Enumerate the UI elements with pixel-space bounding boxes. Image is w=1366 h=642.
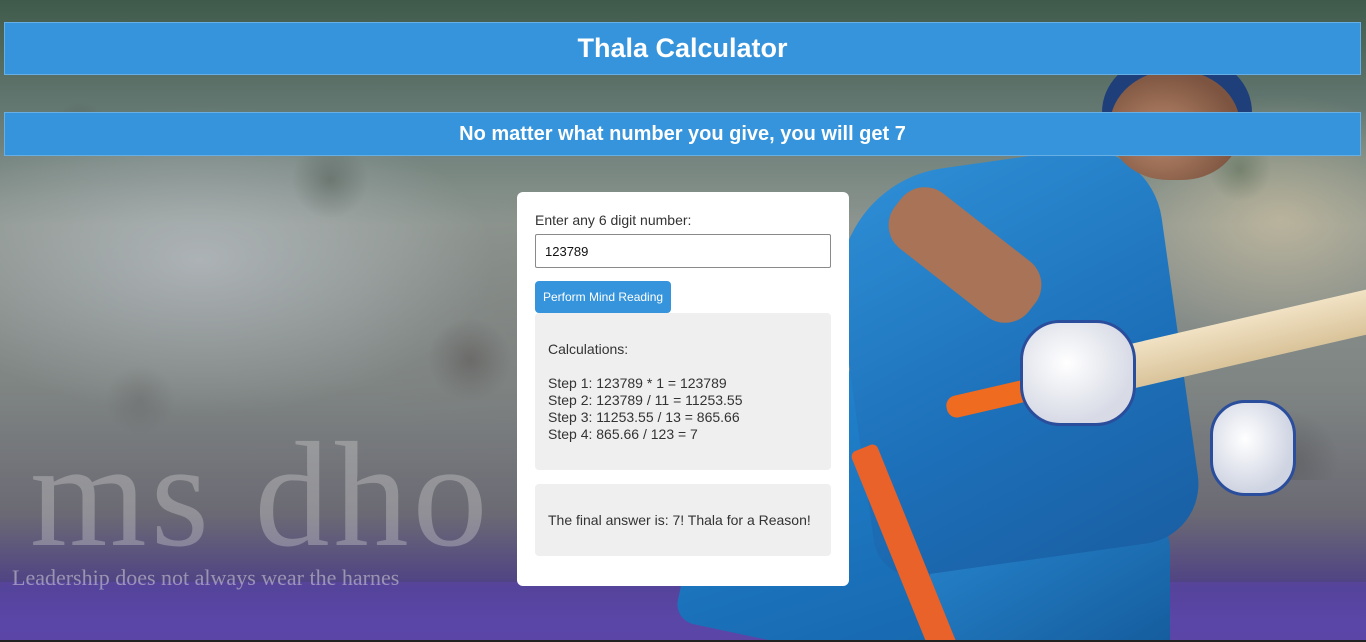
- calculation-step: Step 3: 11253.55 / 13 = 865.66: [548, 409, 740, 425]
- calculations-title: Calculations:: [548, 341, 629, 357]
- background-tagline: Leadership does not always wear the harn…: [12, 565, 400, 590]
- calculator-card: Enter any 6 digit number: Perform Mind R…: [517, 192, 849, 586]
- number-input[interactable]: [535, 234, 831, 268]
- background-watermark: ms dho: [30, 412, 492, 578]
- page-subtitle: No matter what number you give, you will…: [4, 112, 1361, 156]
- number-input-label: Enter any 6 digit number:: [535, 212, 692, 228]
- perform-mind-reading-button[interactable]: Perform Mind Reading: [535, 281, 672, 313]
- result-panel: The final answer is: 7! Thala for a Reas…: [535, 484, 831, 556]
- calculation-step: Step 4: 865.66 / 123 = 7: [548, 426, 698, 442]
- calculation-step: Step 2: 123789 / 11 = 11253.55: [548, 392, 743, 408]
- calculations-panel: Calculations: Step 1: 123789 * 1 = 12378…: [535, 313, 831, 470]
- batting-glove-right: [1210, 400, 1296, 496]
- page-title: Thala Calculator: [4, 22, 1361, 75]
- batting-glove: [1020, 320, 1136, 426]
- result-text: The final answer is: 7! Thala for a Reas…: [548, 512, 811, 528]
- calculation-step: Step 1: 123789 * 1 = 123789: [548, 375, 727, 391]
